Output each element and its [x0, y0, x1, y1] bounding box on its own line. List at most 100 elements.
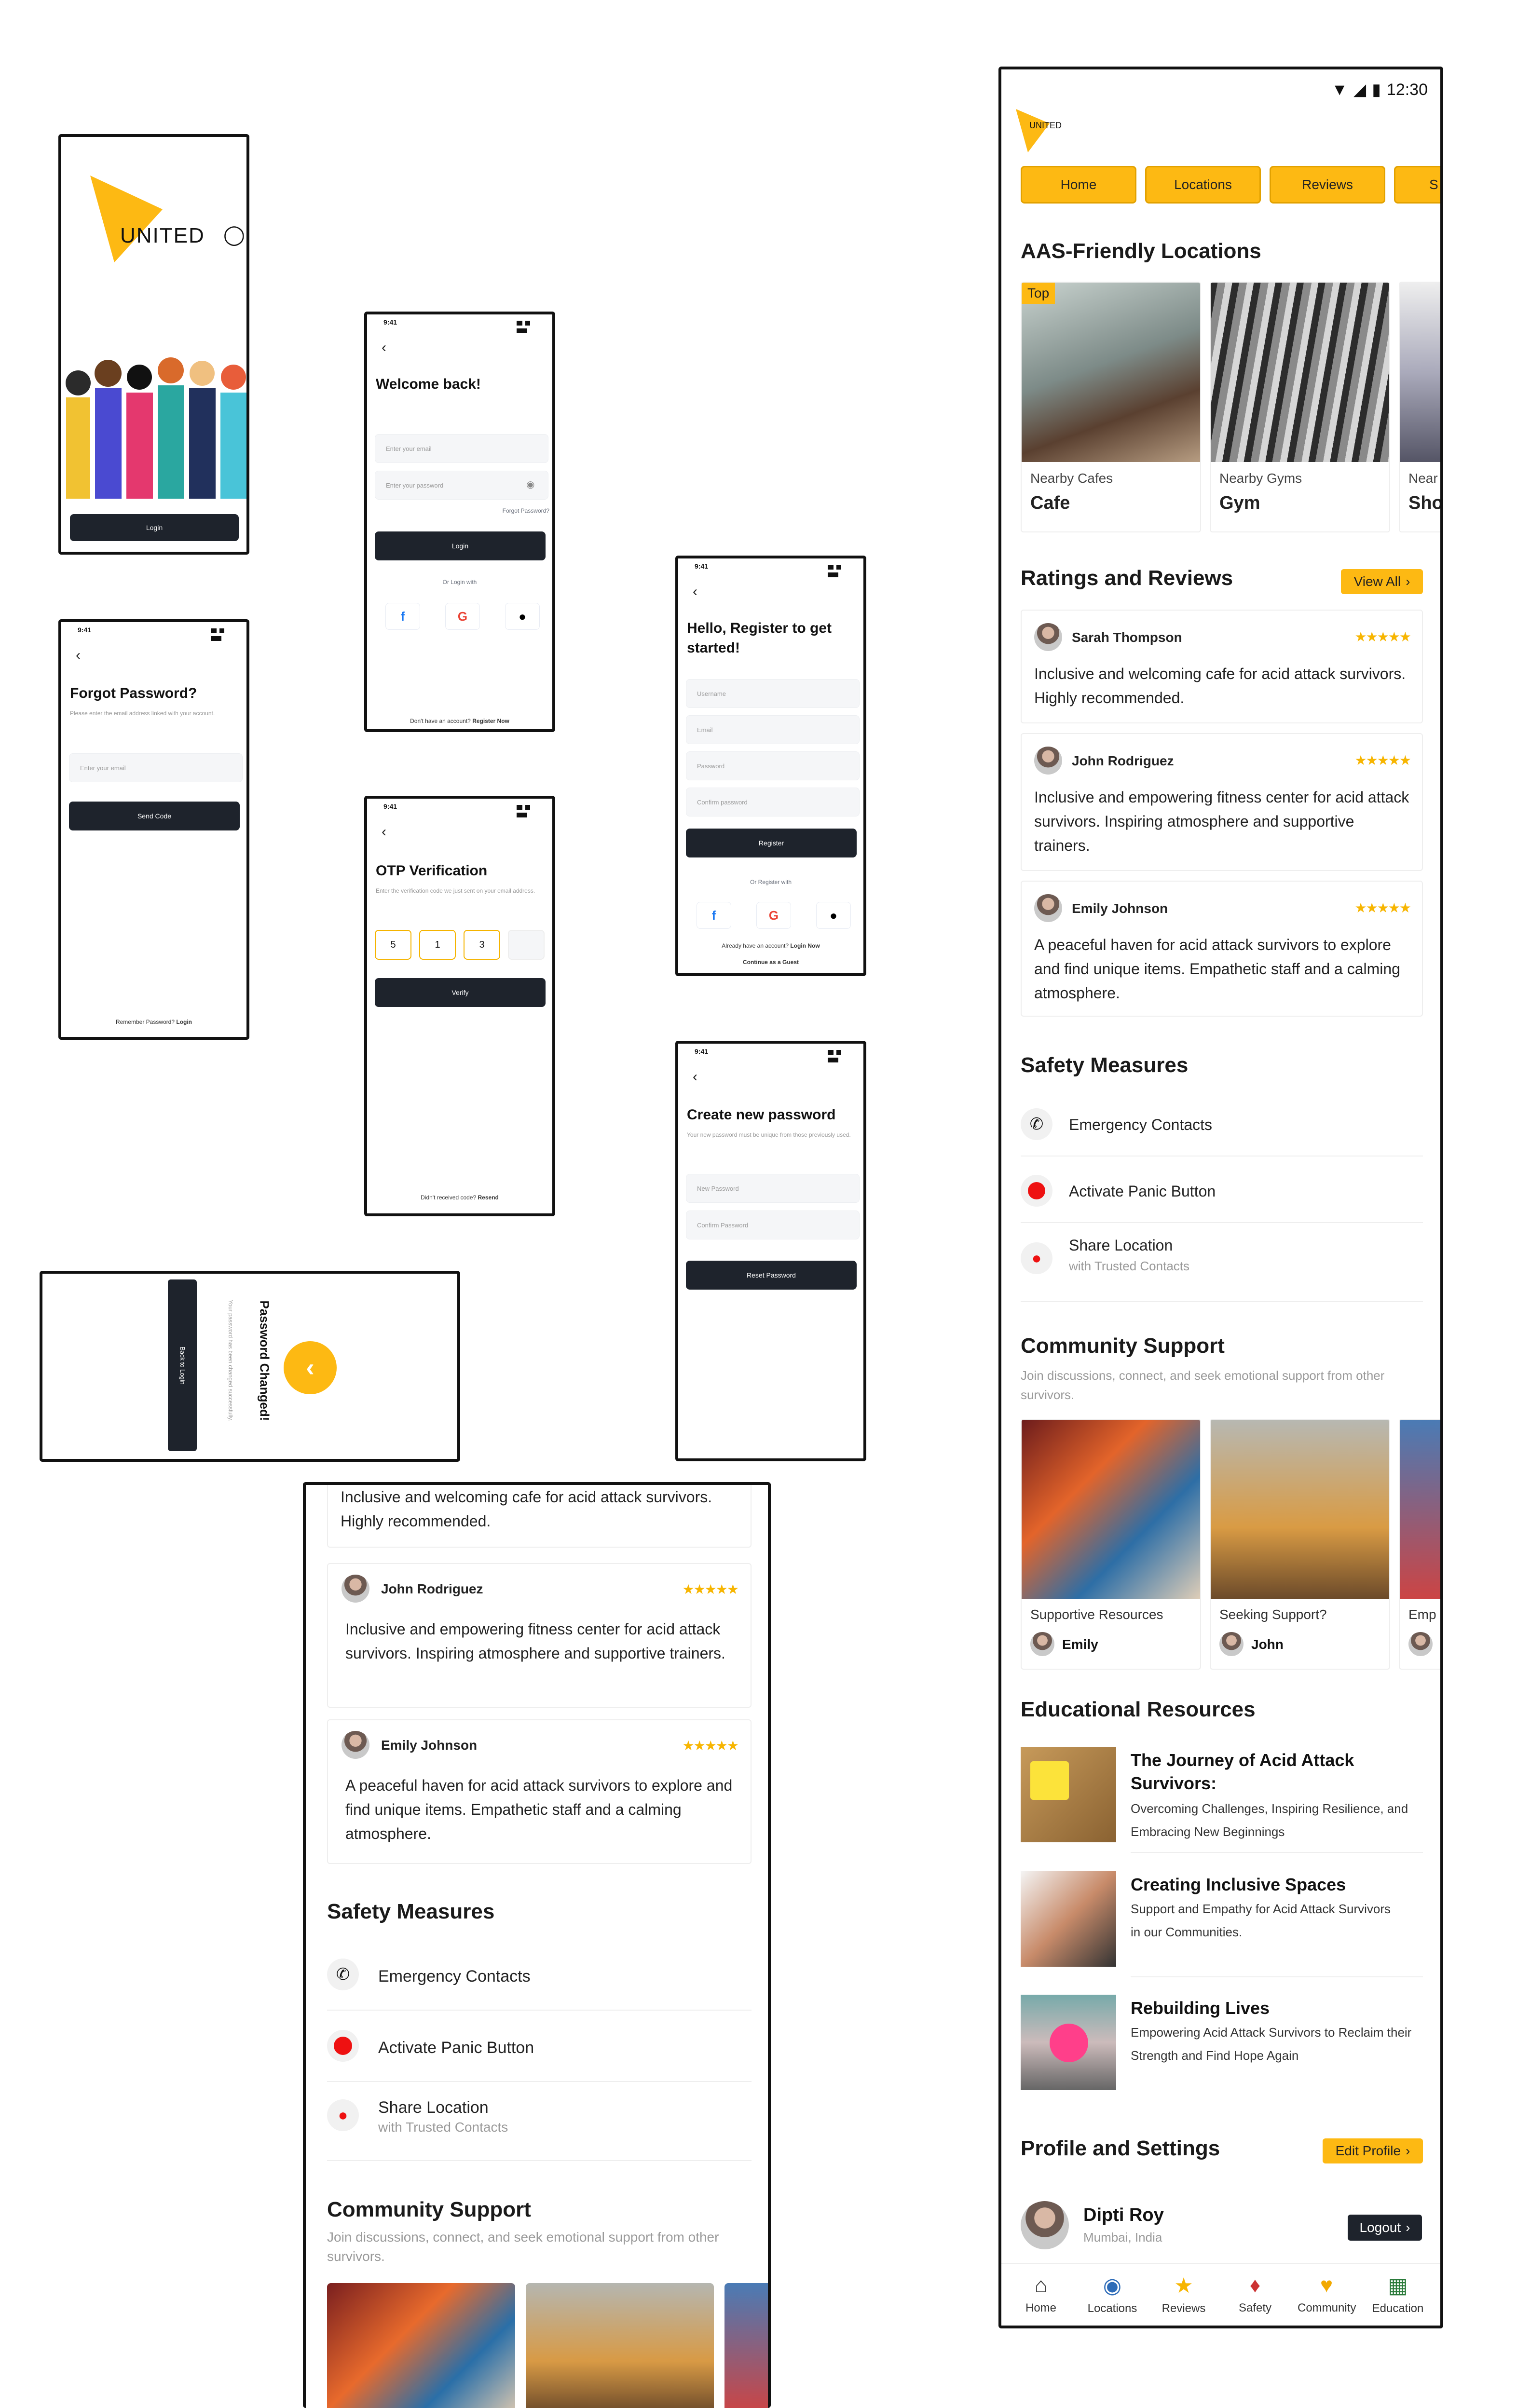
verify-button[interactable]: Verify: [375, 978, 546, 1007]
safety-item-share-location[interactable]: ● Share Location with Trusted Contacts: [327, 2089, 752, 2161]
login-button[interactable]: Login: [70, 514, 239, 541]
safety-item-panic[interactable]: Activate Panic Button: [1021, 1163, 1423, 1223]
back-arrow-icon[interactable]: ‹: [382, 340, 386, 356]
google-button[interactable]: G: [756, 902, 791, 929]
otp-digit-4[interactable]: [508, 930, 545, 960]
community-card[interactable]: Supportive Resources Emily: [1021, 1419, 1201, 1670]
email-input[interactable]: Email: [686, 715, 860, 744]
no-account-text: Don't have an account?: [410, 718, 471, 724]
avatar: [342, 1731, 369, 1759]
avatar: [1219, 1632, 1244, 1656]
gym-image: [1211, 283, 1389, 462]
nav-community[interactable]: ♥ Community: [1298, 2273, 1356, 2315]
apple-button[interactable]: ●: [505, 603, 540, 630]
handshake-icon: ♥: [1320, 2273, 1333, 2297]
tab-locations[interactable]: Locations: [1145, 166, 1261, 204]
back-arrow-icon[interactable]: ‹: [693, 584, 697, 600]
safety-item-share-location[interactable]: ● Share Location with Trusted Contacts: [1021, 1229, 1423, 1306]
bottom-nav: ⌂ Home ◉ Locations ★ Reviews ♦ Safety ♥ Commu…: [1001, 2263, 1440, 2326]
safety-item-panic[interactable]: Activate Panic Button: [327, 2019, 752, 2082]
login-link[interactable]: Login: [176, 1019, 192, 1025]
guest-link[interactable]: Continue as a Guest: [678, 959, 863, 966]
google-button[interactable]: G: [445, 603, 480, 630]
safety-label: Activate Panic Button: [378, 2039, 534, 2057]
education-text: Support and Empathy for Acid Attack Surv…: [1131, 1902, 1391, 1939]
location-card-cafe[interactable]: Top Nearby Cafes Cafe: [1021, 282, 1201, 532]
location-card-gym[interactable]: Nearby Gyms Gym: [1210, 282, 1390, 532]
education-item[interactable]: The Journey of Acid Attack Survivors: Ov…: [1021, 1747, 1423, 1853]
shield-icon: ♦: [1249, 2273, 1261, 2297]
resend-link[interactable]: Resend: [478, 1194, 499, 1201]
password-input[interactable]: Password: [686, 751, 860, 780]
nav-locations[interactable]: ◉ Locations: [1083, 2273, 1141, 2315]
nav-safety[interactable]: ♦ Safety: [1226, 2273, 1284, 2315]
password-input[interactable]: Enter your password: [375, 471, 548, 500]
facebook-button[interactable]: f: [697, 902, 731, 929]
eye-icon[interactable]: ◉: [526, 478, 534, 490]
nav-reviews[interactable]: ★ Reviews: [1155, 2273, 1213, 2315]
tab-home[interactable]: Home: [1021, 166, 1136, 204]
send-code-button[interactable]: Send Code: [69, 802, 240, 830]
location-card-shop[interactable]: Near Sho: [1399, 282, 1440, 532]
review-card: John Rodriguez ★★★★★ Inclusive and empow…: [327, 1563, 752, 1708]
logo-mark-icon: [90, 176, 163, 262]
people-illustration: [61, 340, 246, 499]
confirm-password-input[interactable]: Confirm Password: [686, 1211, 860, 1239]
nav-education[interactable]: ▦ Education: [1369, 2273, 1427, 2315]
page-title: Create new password: [687, 1107, 836, 1123]
safety-item-emergency[interactable]: ✆ Emergency Contacts: [327, 1948, 752, 2011]
reset-password-button[interactable]: Reset Password: [686, 1261, 857, 1290]
community-card[interactable]: Seeking Support? John: [1210, 1419, 1390, 1670]
page-subtitle: Please enter the email address linked wi…: [70, 710, 215, 717]
star-rating: ★★★★★: [682, 1738, 739, 1753]
confirm-password-input[interactable]: Confirm password: [686, 788, 860, 816]
login-now-link[interactable]: Login Now: [790, 942, 820, 949]
otp-digit-1[interactable]: 5: [375, 930, 411, 960]
back-to-login-button[interactable]: Back to Login: [168, 1279, 197, 1451]
education-item[interactable]: Creating Inclusive Spaces Support and Em…: [1021, 1871, 1423, 1977]
star-rating: ★★★★★: [1354, 753, 1411, 768]
education-item[interactable]: Rebuilding Lives Empowering Acid Attack …: [1021, 1995, 1423, 2101]
logout-button[interactable]: Logout ›: [1348, 2215, 1422, 2241]
education-title: Rebuilding Lives: [1131, 1998, 1270, 2018]
community-image[interactable]: [724, 2283, 768, 2408]
apple-button[interactable]: ●: [816, 902, 851, 929]
location-name: Gym: [1219, 493, 1260, 513]
community-image[interactable]: [327, 2283, 515, 2408]
battery-icon: ▮: [1372, 81, 1381, 99]
profile-section-title: Profile and Settings: [1021, 2136, 1220, 2160]
tab-reviews[interactable]: Reviews: [1270, 166, 1385, 204]
register-now-link[interactable]: Register Now: [472, 718, 509, 724]
safety-label: Emergency Contacts: [1069, 1116, 1213, 1133]
community-card[interactable]: Emp: [1399, 1419, 1440, 1670]
otp-digit-3[interactable]: 3: [464, 930, 500, 960]
register-button[interactable]: Register: [686, 829, 857, 857]
back-arrow-icon[interactable]: ‹: [76, 647, 81, 664]
community-image: [1022, 1420, 1200, 1599]
safety-label: Share Location: [378, 2098, 489, 2117]
view-all-button[interactable]: View All ›: [1341, 569, 1423, 594]
new-password-input[interactable]: New Password: [686, 1174, 860, 1203]
facebook-button[interactable]: f: [385, 603, 420, 630]
back-arrow-icon[interactable]: ‹: [693, 1069, 697, 1085]
nav-home[interactable]: ⌂ Home: [1012, 2273, 1070, 2315]
username-input[interactable]: Username: [686, 679, 860, 708]
edit-profile-button[interactable]: Edit Profile ›: [1323, 2138, 1423, 2163]
reviewer-name: Emily Johnson: [381, 1738, 478, 1753]
otp-digit-2[interactable]: 1: [419, 930, 456, 960]
community-section-title: Community Support: [1021, 1334, 1225, 1358]
community-image[interactable]: [526, 2283, 714, 2408]
tab-more[interactable]: S: [1394, 166, 1440, 204]
forgot-password-link[interactable]: Forgot Password?: [503, 507, 549, 514]
password-changed-screen: Back to Login Your password has been cha…: [40, 1271, 460, 1462]
or-register-with: Or Register with: [750, 879, 792, 885]
page-subtitle: Your password has been changed successfu…: [227, 1300, 234, 1421]
back-arrow-icon[interactable]: ‹: [382, 824, 386, 840]
phone-icon: ✆: [327, 1959, 359, 1990]
aas-section-title: AAS-Friendly Locations: [1021, 239, 1261, 263]
safety-item-emergency[interactable]: ✆ Emergency Contacts: [1021, 1097, 1423, 1156]
email-input[interactable]: Enter your email: [69, 753, 243, 782]
safety-label: Activate Panic Button: [1069, 1183, 1216, 1200]
email-input[interactable]: Enter your email: [375, 434, 548, 463]
login-button[interactable]: Login: [375, 531, 546, 560]
